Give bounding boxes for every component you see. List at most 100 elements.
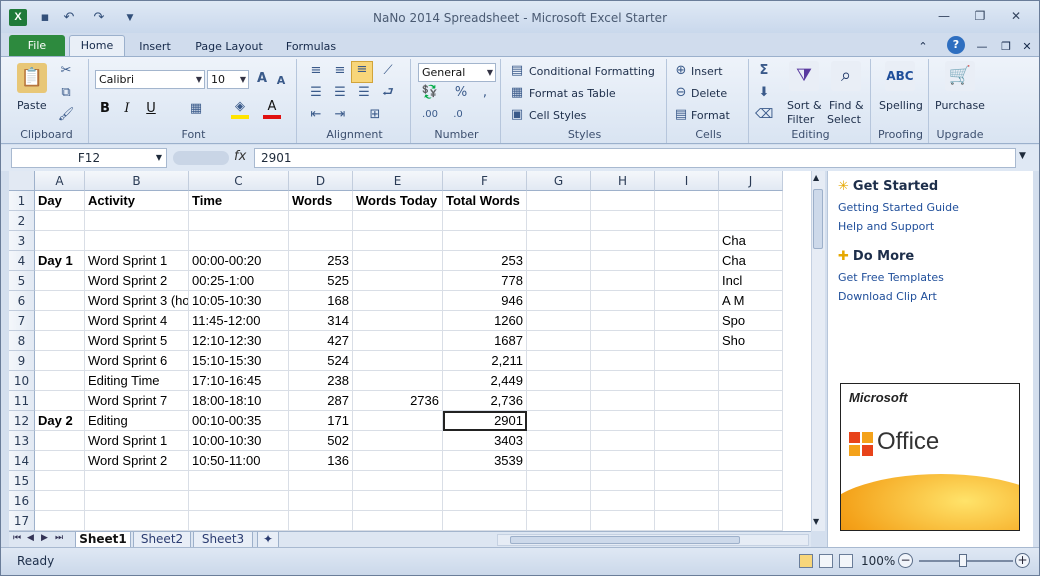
cell-c15[interactable]	[189, 471, 289, 491]
cell-b15[interactable]	[85, 471, 189, 491]
cell-i17[interactable]	[655, 511, 719, 531]
cell-f11[interactable]: 2,736	[443, 391, 527, 411]
delete-cells-icon[interactable]: ⊖	[673, 85, 689, 101]
cell-b13[interactable]: Word Sprint 1	[85, 431, 189, 451]
italic-icon[interactable]: I	[119, 101, 135, 117]
align-bottom-icon[interactable]: ≡	[351, 61, 373, 83]
cell-a15[interactable]	[35, 471, 85, 491]
row-header[interactable]: 13	[9, 431, 35, 451]
cell-a5[interactable]	[35, 271, 85, 291]
column-header-h[interactable]: H	[591, 171, 655, 191]
sheet-tab-3[interactable]: Sheet3	[193, 532, 253, 548]
cell-j13[interactable]	[719, 431, 783, 451]
cell-h14[interactable]	[591, 451, 655, 471]
cell-j11[interactable]	[719, 391, 783, 411]
insert-cells-button[interactable]: Insert	[691, 65, 723, 79]
cell-i1[interactable]	[655, 191, 719, 211]
cell-b7[interactable]: Word Sprint 4	[85, 311, 189, 331]
cell-i8[interactable]	[655, 331, 719, 351]
wrap-text-icon[interactable]: ⮐	[379, 85, 397, 101]
cell-b6[interactable]: Word Sprint 3 (hos	[85, 291, 189, 311]
cell-a2[interactable]	[35, 211, 85, 231]
select-button[interactable]: Select	[827, 113, 861, 127]
cell-i13[interactable]	[655, 431, 719, 451]
cell-c6[interactable]: 10:05-10:30	[189, 291, 289, 311]
row-header[interactable]: 9	[9, 351, 35, 371]
cell-b16[interactable]	[85, 491, 189, 511]
borders-icon[interactable]: ▦	[187, 101, 205, 117]
cell-c13[interactable]: 10:00-10:30	[189, 431, 289, 451]
copy-icon[interactable]: ⧉	[57, 85, 75, 101]
office-logo[interactable]: Microsoft Office	[840, 383, 1020, 531]
cell-styles-icon[interactable]: ▣	[509, 107, 525, 123]
cell-h1[interactable]	[591, 191, 655, 211]
page-break-view-icon[interactable]	[839, 554, 853, 568]
cell-j16[interactable]	[719, 491, 783, 511]
cell-h4[interactable]	[591, 251, 655, 271]
row-header[interactable]: 2	[9, 211, 35, 231]
cell-f17[interactable]	[443, 511, 527, 531]
font-color-icon[interactable]: A	[263, 99, 281, 119]
row-header[interactable]: 16	[9, 491, 35, 511]
format-as-table-icon[interactable]: ▦	[509, 85, 525, 101]
cell-f1[interactable]: Total Words	[443, 191, 527, 211]
column-header-e[interactable]: E	[353, 171, 443, 191]
cell-j15[interactable]	[719, 471, 783, 491]
decrease-decimal-icon[interactable]: .0	[447, 107, 469, 123]
tab-page-layout[interactable]: Page Layout	[191, 38, 267, 57]
align-middle-icon[interactable]: ≡	[331, 63, 349, 79]
spelling-icon[interactable]: ABC	[885, 61, 915, 91]
cell-j4[interactable]: Cha	[719, 251, 783, 271]
cell-e1[interactable]: Words Today	[353, 191, 443, 211]
select-all-corner[interactable]	[9, 171, 35, 191]
column-header-g[interactable]: G	[527, 171, 591, 191]
paste-button[interactable]: Paste	[17, 99, 47, 113]
purchase-button[interactable]: Purchase	[935, 99, 985, 113]
cell-b2[interactable]	[85, 211, 189, 231]
cell-a10[interactable]	[35, 371, 85, 391]
cell-e2[interactable]	[353, 211, 443, 231]
cell-d8[interactable]: 427	[289, 331, 353, 351]
cell-e3[interactable]	[353, 231, 443, 251]
insert-function-icon[interactable]: fx	[234, 149, 246, 164]
close-button[interactable]: ✕	[1003, 7, 1029, 25]
cell-e14[interactable]	[353, 451, 443, 471]
cell-j3[interactable]: Cha	[719, 231, 783, 251]
row-header[interactable]: 12	[9, 411, 35, 431]
number-format-combo[interactable]: General ▼	[418, 63, 496, 82]
cell-i14[interactable]	[655, 451, 719, 471]
currency-icon[interactable]: 💱	[419, 85, 441, 101]
cell-j9[interactable]	[719, 351, 783, 371]
cell-f14[interactable]: 3539	[443, 451, 527, 471]
cell-b8[interactable]: Word Sprint 5	[85, 331, 189, 351]
cell-g11[interactable]	[527, 391, 591, 411]
cell-b10[interactable]: Editing Time	[85, 371, 189, 391]
row-header[interactable]: 3	[9, 231, 35, 251]
cell-i2[interactable]	[655, 211, 719, 231]
cell-j7[interactable]: Spo	[719, 311, 783, 331]
cell-d1[interactable]: Words	[289, 191, 353, 211]
cell-g6[interactable]	[527, 291, 591, 311]
cell-j8[interactable]: Sho	[719, 331, 783, 351]
scroll-up-icon[interactable]: ▲	[813, 173, 819, 182]
decrease-indent-icon[interactable]: ⇤	[307, 107, 325, 123]
cell-d7[interactable]: 314	[289, 311, 353, 331]
sort-button[interactable]: Sort &	[787, 99, 822, 113]
align-center-icon[interactable]: ☰	[331, 85, 349, 101]
cell-f5[interactable]: 778	[443, 271, 527, 291]
cell-e6[interactable]	[353, 291, 443, 311]
fill-color-icon[interactable]: ◈	[231, 99, 249, 119]
filter-button[interactable]: Filter	[787, 113, 814, 127]
cell-a17[interactable]	[35, 511, 85, 531]
cell-a4[interactable]: Day 1	[35, 251, 85, 271]
cell-f4[interactable]: 253	[443, 251, 527, 271]
cell-a3[interactable]	[35, 231, 85, 251]
cell-b9[interactable]: Word Sprint 6	[85, 351, 189, 371]
cell-h17[interactable]	[591, 511, 655, 531]
cell-f13[interactable]: 3403	[443, 431, 527, 451]
fill-icon[interactable]: ⬇	[755, 85, 773, 101]
cell-b12[interactable]: Editing	[85, 411, 189, 431]
sort-filter-icon[interactable]: ⧩	[789, 61, 819, 91]
cell-f15[interactable]	[443, 471, 527, 491]
cell-c9[interactable]: 15:10-15:30	[189, 351, 289, 371]
